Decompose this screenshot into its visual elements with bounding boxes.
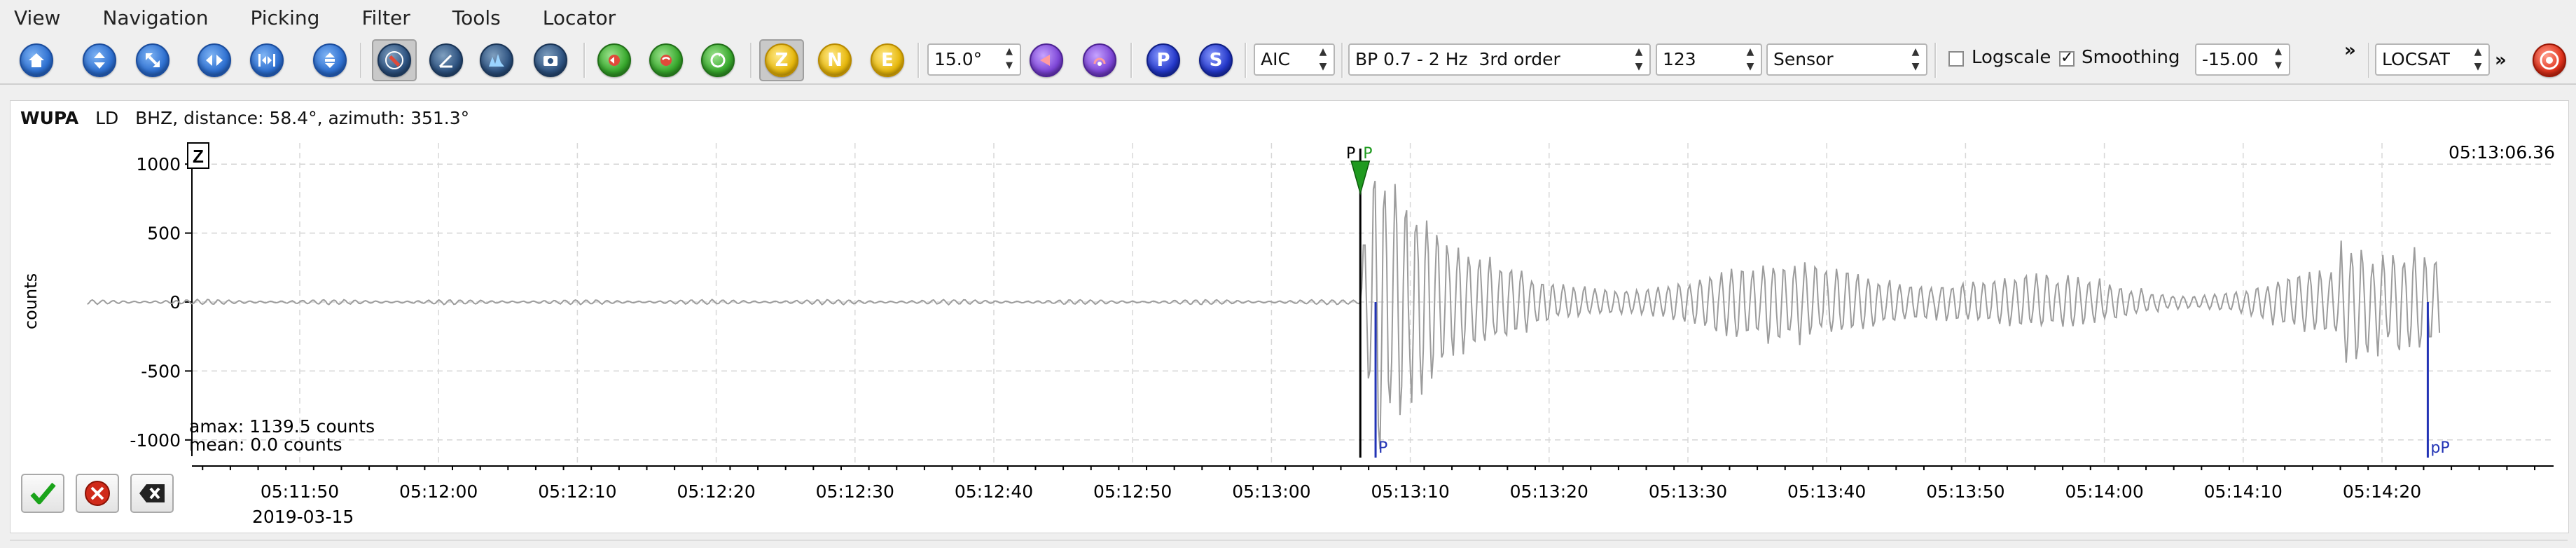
waveform-trace <box>87 181 2441 450</box>
component-badge: Z <box>193 146 204 167</box>
x-tick-label: 05:12:50 <box>1093 481 1172 502</box>
backspace-icon <box>139 484 165 502</box>
accept-button[interactable] <box>21 474 64 513</box>
y-tick-label: -1000 <box>130 430 181 451</box>
x-tick-label: 05:14:00 <box>2065 481 2143 502</box>
x-tick-label: 05:12:30 <box>816 481 894 502</box>
automatic-p-pick-marker <box>1350 160 1371 196</box>
x-tick-label: 05:11:50 <box>261 481 339 502</box>
pick-markers: P PP pP <box>1346 145 2450 458</box>
theoretical-pp-label: pP <box>2430 439 2449 457</box>
y-axis-label: counts <box>21 273 41 329</box>
status-divider <box>10 540 2568 541</box>
x-tick-label: 05:14:20 <box>2343 481 2421 502</box>
y-tick-label: 500 <box>147 224 181 244</box>
x-tick-label: 05:12:10 <box>538 481 616 502</box>
x-tick-label: 05:13:40 <box>1787 481 1866 502</box>
theoretical-p-label: P <box>1378 439 1387 457</box>
x-tick-label: 05:12:20 <box>677 481 755 502</box>
x-tick-label: 05:14:10 <box>2204 481 2283 502</box>
automatic-p-pick-label: P <box>1363 145 1372 163</box>
x-tick-label: 05:13:00 <box>1232 481 1310 502</box>
y-axis: 10005000-500-1000 <box>130 143 193 456</box>
amax-label: amax: 1139.5 counts <box>189 416 375 437</box>
x-tick-label: 05:13:20 <box>1510 481 1588 502</box>
checkmark-icon <box>30 482 56 505</box>
y-tick-label: -500 <box>141 361 181 381</box>
date-label: 2019-03-15 <box>252 507 354 527</box>
delete-pick-button[interactable] <box>130 474 174 513</box>
time-readout: 05:13:06.36 <box>2449 142 2555 163</box>
y-tick-label: 1000 <box>136 154 181 174</box>
x-tick-label: 05:13:30 <box>1649 481 1727 502</box>
x-axis: 05:11:50 05:12:00 05:12:10 05:12:20 05:12:30… <box>192 465 2554 502</box>
x-tick-label: 05:13:50 <box>1926 481 2004 502</box>
x-tick-label: 05:13:10 <box>1371 481 1449 502</box>
reject-button[interactable] <box>76 474 119 513</box>
cancel-icon <box>85 481 110 506</box>
x-tick-label: 05:12:00 <box>399 481 478 502</box>
mean-label: mean: 0.0 counts <box>189 434 342 455</box>
x-tick-label: 05:12:40 <box>955 481 1033 502</box>
seismogram-plot[interactable]: 10005000-500-1000 05:11:50 05:12:00 05:12:… <box>0 0 2576 548</box>
manual-p-pick-label: P <box>1346 145 1355 163</box>
